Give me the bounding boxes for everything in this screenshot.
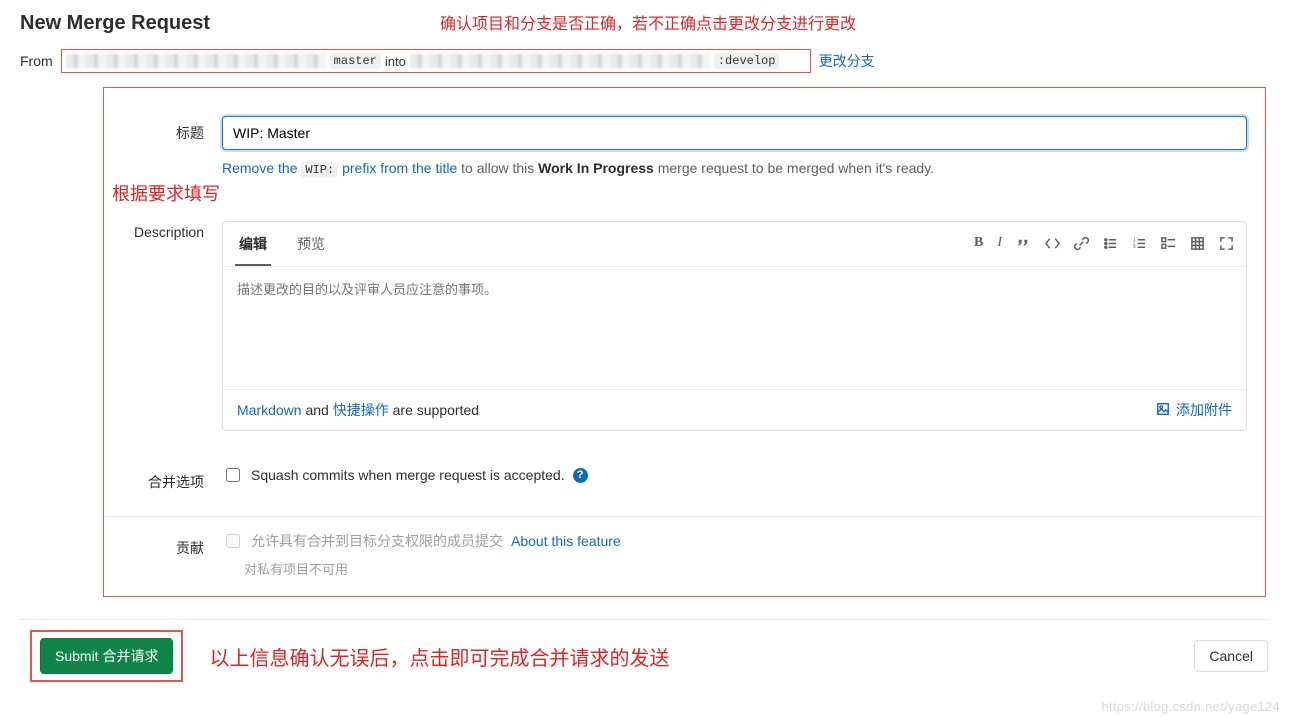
editor-toolbar: B I 123: [974, 235, 1234, 259]
editor-tabs: 编辑 预览 B I 123: [223, 222, 1246, 266]
title-input[interactable]: [222, 116, 1247, 150]
help-icon[interactable]: ?: [573, 468, 588, 483]
description-textarea[interactable]: [223, 266, 1246, 386]
bullet-list-icon[interactable]: [1103, 235, 1118, 251]
target-branch-chip: :develop: [714, 53, 780, 69]
attach-icon[interactable]: [1156, 402, 1170, 419]
from-label: From: [20, 53, 53, 69]
annotation-middle: 根据要求填写: [112, 180, 220, 206]
bold-icon[interactable]: B: [974, 235, 983, 251]
svg-text:3: 3: [1133, 244, 1136, 249]
obscured-target-project: [410, 54, 710, 68]
submit-highlight-box: Submit 合并请求: [30, 630, 183, 682]
table-icon[interactable]: [1190, 235, 1205, 251]
description-label: Description: [122, 217, 222, 240]
source-branch-chip: master: [330, 53, 381, 69]
description-editor: 编辑 预览 B I 123: [222, 221, 1247, 431]
remove-text: Remove the: [222, 160, 297, 176]
attach-file-link[interactable]: 添加附件: [1176, 400, 1232, 420]
fullscreen-icon[interactable]: [1219, 235, 1234, 251]
squash-checkbox[interactable]: [226, 468, 240, 482]
contribution-label: 贡献: [122, 531, 222, 558]
watermark: https://blog.csdn.net/yage124: [1101, 699, 1280, 714]
form-main-box: 根据要求填写 标题 Remove the WIP: prefix from th…: [103, 87, 1266, 597]
wip-rest1: to allow this: [461, 160, 534, 176]
annotation-top: 确认项目和分支是否正确，若不正确点击更改分支进行更改: [440, 10, 856, 34]
change-branches-link[interactable]: 更改分支: [819, 51, 875, 71]
code-icon[interactable]: [1045, 235, 1060, 251]
numbered-list-icon[interactable]: 123: [1132, 235, 1147, 251]
wip-hint: Remove the WIP: prefix from the title to…: [222, 160, 1247, 177]
allow-collab-checkbox: [226, 534, 240, 548]
merge-options-label: 合并选项: [122, 465, 222, 492]
wip-mid: prefix from the title: [342, 160, 457, 176]
tab-write[interactable]: 编辑: [235, 228, 271, 266]
about-feature-link[interactable]: About this feature: [511, 533, 621, 549]
italic-icon[interactable]: I: [997, 235, 1002, 251]
tab-preview[interactable]: 预览: [293, 228, 329, 266]
markdown-link[interactable]: Markdown: [237, 402, 302, 418]
branch-info-box: master into :develop: [61, 49, 811, 73]
link-icon[interactable]: [1074, 235, 1089, 251]
squash-checkbox-row[interactable]: Squash commits when merge request is acc…: [222, 465, 1247, 485]
private-note: 对私有项目不可用: [244, 559, 1247, 578]
wip-rest2: merge request to be merged when it's rea…: [658, 160, 934, 176]
actions-row: Submit 合并请求 以上信息确认无误后，点击即可完成合并请求的发送 Canc…: [20, 619, 1270, 688]
obscured-source-project: [66, 54, 326, 68]
title-label: 标题: [122, 116, 222, 143]
and-text: and: [305, 402, 332, 418]
into-text: into: [385, 54, 406, 69]
remove-wip-link[interactable]: Remove the WIP: prefix from the title: [222, 160, 461, 176]
annotation-bottom: 以上信息确认无误后，点击即可完成合并请求的发送: [209, 642, 669, 671]
wip-strong: Work In Progress: [538, 160, 654, 176]
allow-collab-label: 允许具有合并到目标分支权限的成员提交: [251, 531, 503, 551]
quote-icon[interactable]: [1016, 235, 1031, 251]
quick-actions-link[interactable]: 快捷操作: [333, 402, 389, 418]
editor-footer: Markdown and 快捷操作 are supported 添加附件: [223, 389, 1246, 430]
supported-text: are supported: [393, 402, 479, 418]
squash-label: Squash commits when merge request is acc…: [251, 467, 565, 483]
submit-button[interactable]: Submit 合并请求: [40, 638, 173, 674]
from-row: From master into :develop 更改分支: [20, 49, 1270, 73]
task-list-icon[interactable]: [1161, 235, 1176, 251]
cancel-button[interactable]: Cancel: [1194, 640, 1268, 672]
wip-code-chip: WIP:: [301, 162, 338, 178]
